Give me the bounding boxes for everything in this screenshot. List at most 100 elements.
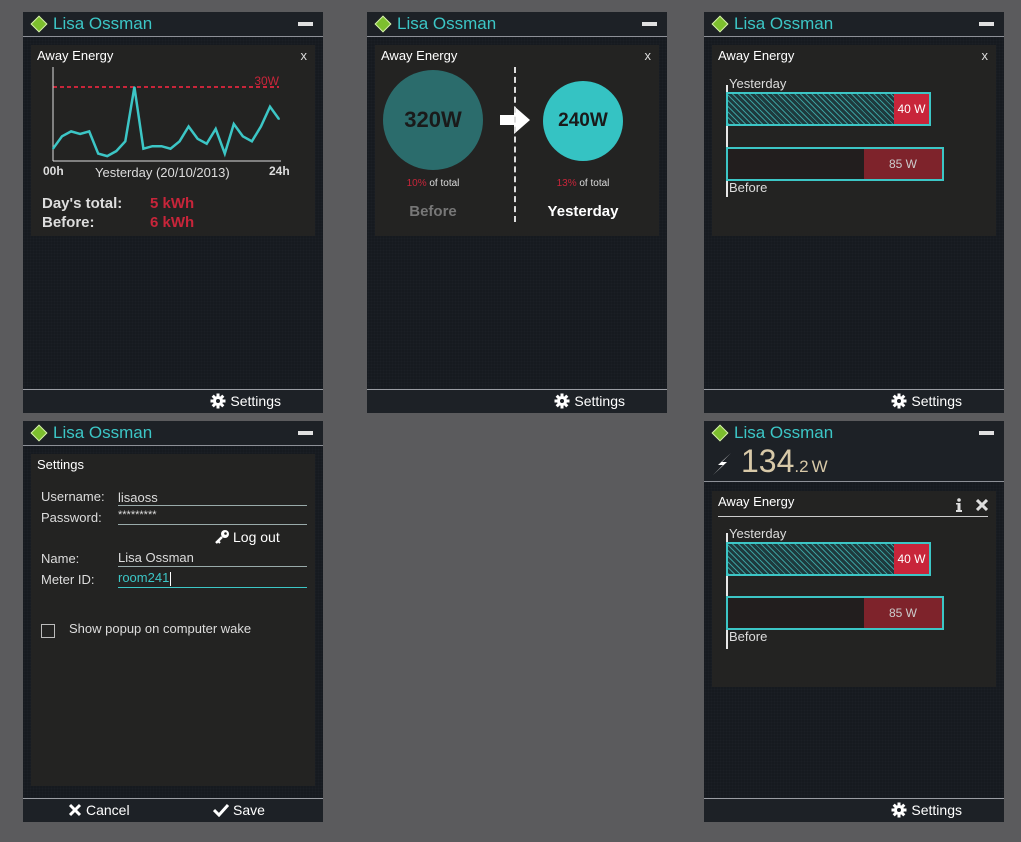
username-input[interactable]: lisaoss [118, 490, 158, 505]
title-bar[interactable]: Lisa Ossman [367, 12, 667, 37]
close-icon[interactable] [976, 499, 988, 511]
yesterday-bar: 40 W [726, 92, 931, 126]
yesterday-bar-fill [728, 544, 894, 574]
data-point [79, 133, 81, 135]
password-input[interactable]: ********* [118, 509, 157, 521]
password-underline [118, 524, 307, 525]
power-value: 134 [741, 443, 795, 479]
yesterday-bar-value: 40 W [894, 94, 929, 124]
popup-checkbox[interactable] [41, 624, 55, 638]
minimize-button[interactable] [298, 431, 313, 435]
title-bar[interactable]: Lisa Ossman [704, 12, 1004, 37]
data-point [269, 105, 271, 108]
title-bar[interactable]: Lisa Ossman 134.2 W [704, 421, 1004, 482]
meter-id-label: Meter ID: [41, 572, 95, 587]
close-icon [68, 803, 82, 817]
minimize-button[interactable] [298, 22, 313, 26]
close-button[interactable]: x [645, 48, 652, 63]
gear-icon [891, 802, 907, 818]
data-point [214, 128, 217, 130]
before-bar: 85 W [726, 596, 944, 630]
widget-window-bars: Lisa Ossman Away Energy x Yesterday 40 W… [704, 12, 1004, 413]
data-point [260, 125, 262, 128]
away-energy-card: Away Energy Yesterday 40 W 85 W Before [712, 491, 996, 687]
card-title: Settings [37, 457, 84, 472]
app-logo-icon [374, 15, 392, 33]
name-input[interactable]: Lisa Ossman [118, 550, 194, 565]
yesterday-pct-suffix: of total [576, 178, 610, 189]
username-underline [118, 505, 307, 506]
footer-bar: Settings [367, 389, 667, 413]
before-bar: 85 W [726, 147, 944, 181]
data-point [278, 118, 280, 120]
yesterday-bar-fill [728, 94, 894, 124]
footer-bar: Settings [704, 798, 1004, 822]
app-logo-icon [711, 424, 729, 442]
settings-button[interactable]: Settings [891, 802, 962, 818]
data-point [88, 130, 90, 133]
info-icon[interactable] [954, 498, 964, 512]
settings-label: Settings [911, 393, 962, 409]
settings-card: Settings Username: lisaoss Password: ***… [31, 454, 315, 786]
footer-bar: Settings [23, 389, 323, 413]
settings-button[interactable]: Settings [554, 393, 625, 409]
minimize-button[interactable] [979, 22, 994, 26]
minimize-button[interactable] [979, 431, 994, 435]
popup-checkbox-label: Show popup on computer wake [69, 621, 252, 636]
meter-id-value: room241 [118, 570, 170, 585]
name-underline [118, 566, 307, 567]
data-point [169, 147, 172, 150]
data-point [133, 86, 136, 88]
data-point [242, 135, 244, 138]
meter-id-input[interactable]: room241 [118, 570, 172, 586]
yesterday-label: Yesterday [729, 76, 787, 91]
data-point [151, 145, 154, 147]
user-name: Lisa Ossman [53, 423, 153, 442]
yesterday-value: 240W [558, 110, 608, 131]
data-point [124, 140, 127, 143]
widget-window-settings: Lisa Ossman Settings Username: lisaoss P… [23, 421, 323, 822]
x-axis-label: Yesterday (20/10/2013) [95, 165, 230, 180]
data-point [52, 147, 54, 150]
username-label: Username: [41, 489, 105, 504]
power-decimal: .2 [794, 457, 809, 476]
app-logo-icon [30, 15, 48, 33]
settings-label: Settings [574, 393, 625, 409]
x-axis-end-label: 24h [269, 164, 290, 178]
before-bar-value: 85 W [864, 149, 942, 179]
yesterday-percent: 13% of total [535, 178, 631, 189]
yesterday-bar-value: 40 W [894, 544, 929, 574]
key-icon [215, 530, 229, 544]
threshold-label: 30W [254, 74, 279, 88]
yesterday-label: Yesterday [729, 526, 787, 541]
password-label: Password: [41, 510, 102, 525]
before-label: Before [729, 180, 768, 195]
lightning-icon [713, 453, 731, 475]
data-point [223, 152, 226, 155]
day-total-label: Day's total: [42, 195, 123, 212]
data-point [115, 150, 118, 152]
data-point [61, 135, 63, 138]
x-axis-start-label: 00h [43, 164, 64, 178]
yesterday-caption: Yesterday [547, 203, 619, 220]
gear-icon [210, 393, 226, 409]
before-circle: 320W [383, 70, 483, 170]
footer-bar: Settings [704, 389, 1004, 413]
title-bar[interactable]: Lisa Ossman [23, 421, 323, 446]
cancel-button[interactable]: Cancel [68, 802, 130, 818]
user-name: Lisa Ossman [734, 423, 834, 442]
settings-button[interactable]: Settings [891, 393, 962, 409]
widget-window-live: Lisa Ossman 134.2 W Away Energy Yesterday… [704, 421, 1004, 822]
logout-button[interactable]: Log out [214, 529, 280, 545]
title-bar[interactable]: Lisa Ossman [23, 12, 323, 37]
away-energy-card: Away Energy x 320W 240W 10% of total 13%… [375, 45, 659, 236]
card-title-underline [718, 516, 988, 517]
close-button[interactable]: x [982, 48, 989, 63]
cancel-label: Cancel [86, 802, 130, 818]
data-point [106, 155, 109, 157]
minimize-button[interactable] [642, 22, 657, 26]
settings-button[interactable]: Settings [210, 393, 281, 409]
before-pct-suffix: of total [426, 178, 460, 189]
save-button[interactable]: Save [213, 802, 265, 818]
text-cursor [170, 571, 172, 586]
